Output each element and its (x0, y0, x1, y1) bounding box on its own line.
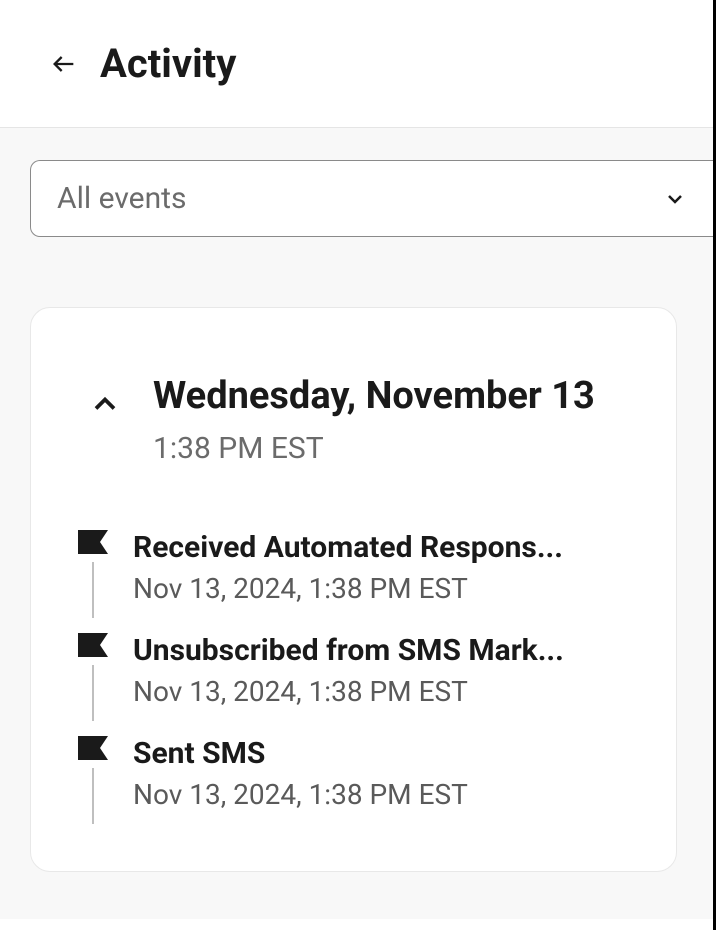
flag-icon (78, 736, 108, 760)
event-timestamp: Nov 13, 2024, 1:38 PM EST (133, 675, 644, 708)
event-title: Sent SMS (133, 736, 644, 772)
events-filter-dropdown[interactable]: All events (30, 160, 713, 237)
timeline-connector (92, 665, 94, 721)
timeline-connector (92, 562, 94, 618)
event-title: Received Automated Respons... (133, 530, 644, 566)
event-content: Sent SMS Nov 13, 2024, 1:38 PM EST (133, 736, 644, 839)
day-time: 1:38 PM EST (153, 431, 644, 466)
event-item[interactable]: Sent SMS Nov 13, 2024, 1:38 PM EST (77, 736, 644, 839)
day-title: Wednesday, November 13 (153, 372, 644, 421)
event-content: Unsubscribed from SMS Mark... Nov 13, 20… (133, 633, 644, 736)
back-button[interactable] (48, 48, 80, 80)
arrow-left-icon (50, 50, 78, 78)
event-icon-column (77, 736, 109, 824)
chevron-down-icon (663, 187, 687, 211)
page-title: Activity (100, 40, 236, 87)
event-icon-column (77, 530, 109, 618)
flag-icon (78, 633, 108, 657)
event-icon-column (77, 633, 109, 721)
activity-day-card: Wednesday, November 13 1:38 PM EST Recei… (30, 307, 677, 872)
day-group-header[interactable]: Wednesday, November 13 1:38 PM EST (63, 372, 644, 466)
event-timestamp: Nov 13, 2024, 1:38 PM EST (133, 572, 644, 605)
events-list: Received Automated Respons... Nov 13, 20… (63, 530, 644, 839)
event-timestamp: Nov 13, 2024, 1:38 PM EST (133, 778, 644, 811)
timeline-connector (92, 768, 94, 824)
event-title: Unsubscribed from SMS Mark... (133, 633, 644, 669)
event-item[interactable]: Unsubscribed from SMS Mark... Nov 13, 20… (77, 633, 644, 736)
content-area: All events Wednesday, November 13 1:38 P… (0, 127, 713, 919)
event-item[interactable]: Received Automated Respons... Nov 13, 20… (77, 530, 644, 633)
chevron-up-icon (87, 386, 123, 422)
flag-icon (78, 530, 108, 554)
day-info: Wednesday, November 13 1:38 PM EST (153, 372, 644, 466)
event-content: Received Automated Respons... Nov 13, 20… (133, 530, 644, 633)
page-header: Activity (0, 0, 713, 127)
filter-selected-label: All events (57, 181, 186, 216)
